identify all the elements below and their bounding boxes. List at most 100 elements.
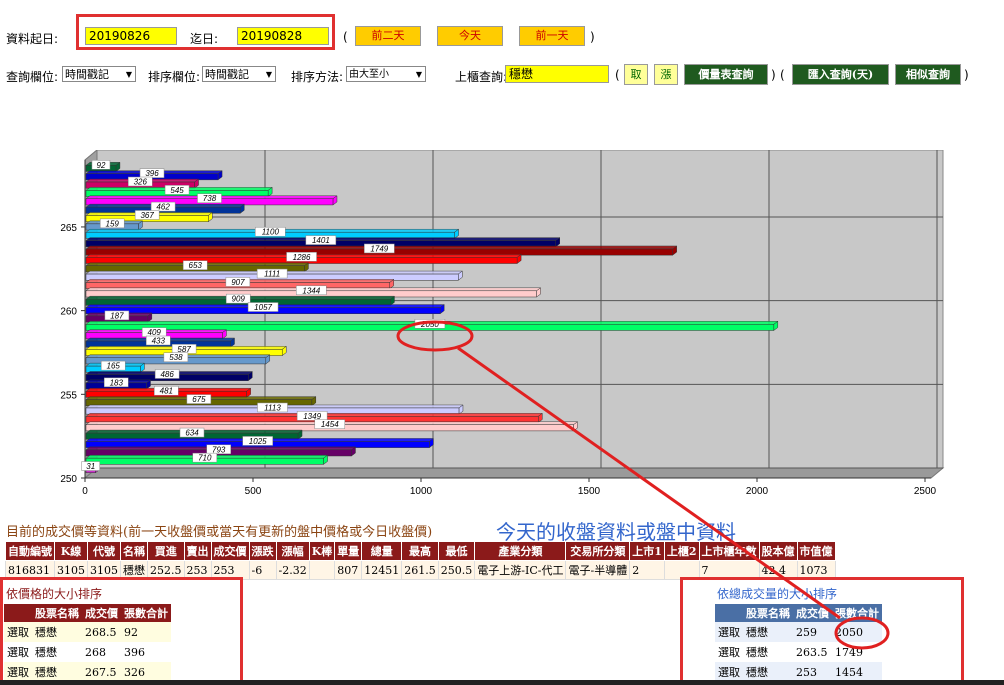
quote-header-2: 代號 bbox=[87, 541, 121, 561]
select-link[interactable]: 選取 bbox=[4, 642, 32, 662]
today-button[interactable]: 今天 bbox=[437, 26, 503, 46]
rise-button[interactable]: 漲 bbox=[654, 64, 678, 85]
x-tick-label: 0 bbox=[82, 486, 88, 497]
price-sort-cell: 穩懋 bbox=[32, 642, 82, 662]
end-date-input[interactable]: 20190828 bbox=[237, 27, 329, 45]
data-label: 1113 bbox=[264, 403, 281, 412]
take-button[interactable]: 取 bbox=[624, 64, 648, 85]
select-link[interactable]: 選取 bbox=[715, 642, 743, 662]
query-field-select[interactable]: 時間戳記 ▼ bbox=[62, 66, 136, 82]
data-label: 92 bbox=[97, 161, 106, 170]
volume-by-price-chart: 0 500 1000 1500 2000 250025025526026592396326… bbox=[60, 150, 945, 497]
data-label: 909 bbox=[232, 295, 246, 304]
data-label: 187 bbox=[110, 311, 124, 320]
volume-sort-cell: 穩懋 bbox=[743, 622, 793, 642]
select-link[interactable]: 選取 bbox=[4, 622, 32, 642]
select-link[interactable]: 選取 bbox=[715, 662, 743, 682]
sort-method-value: 由大至小 bbox=[349, 69, 389, 80]
quote-header-10: 單量 bbox=[334, 541, 363, 561]
volume-sort-cell: 259 bbox=[793, 622, 832, 642]
quote-header-15: 交易所分類 bbox=[565, 541, 631, 561]
table-row: 選取 穩懋 263.5 1749 bbox=[715, 642, 882, 662]
quote-header-16: 上市1 bbox=[629, 541, 665, 561]
quote-header-1: K線 bbox=[54, 541, 88, 561]
price-sort-header-2: 成交價 bbox=[82, 604, 121, 622]
x-tick-label: 1500 bbox=[578, 486, 601, 497]
query-field-value: 時間戳記 bbox=[65, 68, 109, 81]
x-tick-label: 1000 bbox=[410, 486, 433, 497]
volume-sort-cell: 1454 bbox=[832, 662, 882, 682]
quote-header-11: 總量 bbox=[361, 541, 403, 561]
volume-sort-header-2: 成交價 bbox=[793, 604, 832, 622]
data-label: 545 bbox=[170, 186, 184, 195]
sort-method-select[interactable]: 由大至小 ▼ bbox=[346, 66, 426, 82]
data-label: 1100 bbox=[262, 228, 280, 237]
price-sort-cell: 268.5 bbox=[82, 622, 121, 642]
volume-sort-header-0 bbox=[715, 604, 743, 622]
data-label: 538 bbox=[169, 353, 183, 362]
data-label: 367 bbox=[140, 211, 154, 220]
price-sort-cell: 326 bbox=[121, 662, 171, 682]
volume-sort-table: 股票名稱 成交價 張數合計 選取 穩懋 259 2050 選取 穩懋 263.5 1749 選取 穩懋… bbox=[715, 604, 882, 682]
data-label: 1025 bbox=[249, 437, 267, 446]
listing-query-label: 上櫃查詢: bbox=[455, 70, 508, 84]
table-row: 選取 穩懋 267.5 326 bbox=[4, 662, 171, 682]
x-tick-label: 2500 bbox=[914, 486, 937, 497]
sort-method-label: 排序方法: bbox=[291, 70, 344, 84]
price-sort-cell: 268 bbox=[82, 642, 121, 662]
quote-cell: 261.5 bbox=[401, 560, 439, 580]
data-label: 907 bbox=[231, 278, 245, 287]
price-sort-cell: 穩懋 bbox=[32, 622, 82, 642]
table-row: 選取 穩懋 268.5 92 bbox=[4, 622, 171, 642]
table-row: 選取 穩懋 268 396 bbox=[4, 642, 171, 662]
start-date-label: 資料起日: bbox=[6, 32, 59, 46]
query-field-label: 查詢欄位: bbox=[6, 70, 59, 84]
data-label: 653 bbox=[189, 261, 203, 270]
data-label: 2050 bbox=[420, 320, 439, 329]
chevron-down-icon: ▼ bbox=[415, 70, 422, 79]
y-tick-label: 255 bbox=[60, 390, 77, 401]
price-sort-table: 股票名稱 成交價 張數合計 選取 穩懋 268.5 92 選取 穩懋 268 396 選取 穩懋 267… bbox=[4, 604, 171, 682]
quote-header-12: 最高 bbox=[401, 541, 439, 561]
start-date-input[interactable]: 20190826 bbox=[85, 27, 177, 45]
data-label: 1344 bbox=[302, 286, 320, 295]
paren-open: ( bbox=[780, 68, 785, 82]
price-sort-cell: 267.5 bbox=[82, 662, 121, 682]
import-query-button[interactable]: 匯入查詢(天) bbox=[792, 64, 889, 85]
quote-header-5: 賣出 bbox=[183, 541, 212, 561]
price-volume-query-button[interactable]: 價量表查詢 bbox=[684, 64, 768, 85]
similar-query-button[interactable]: 相似查詢 bbox=[895, 64, 961, 85]
data-label: 634 bbox=[185, 429, 199, 438]
listing-query-input[interactable]: 穩懋 bbox=[505, 65, 609, 83]
quote-header-20: 市值億 bbox=[796, 541, 836, 561]
price-sort-header-3: 張數合計 bbox=[121, 604, 171, 622]
data-label: 1057 bbox=[254, 303, 272, 312]
quote-header-14: 產業分類 bbox=[474, 541, 567, 561]
price-sort-cell: 92 bbox=[121, 622, 171, 642]
quote-section-title: 目前的成交價等資料(前一天收盤價或當天有更新的盤中價格或今日收盤價) bbox=[6, 525, 433, 540]
quote-cell: 電子-半導體 bbox=[565, 560, 631, 580]
paren-close: ) bbox=[771, 68, 776, 82]
sort-field-value: 時間戳記 bbox=[205, 68, 249, 81]
quote-header-19: 股本億 bbox=[758, 541, 798, 561]
quote-cell bbox=[308, 560, 336, 580]
quote-cell: -6 bbox=[248, 560, 277, 580]
quote-table: 自動編號 K線 代號 名稱 買進 賣出 成交價 漲跌 漲幅 K棒 單量 總量 最高 最低 產業分類 交易所分類… bbox=[5, 541, 836, 580]
data-label: 159 bbox=[106, 219, 120, 228]
select-link[interactable]: 選取 bbox=[715, 622, 743, 642]
quote-header-17: 上櫃2 bbox=[663, 541, 700, 561]
data-label: 675 bbox=[192, 395, 206, 404]
x-tick-label: 500 bbox=[245, 486, 262, 497]
two-days-ago-button[interactable]: 前二天 bbox=[355, 26, 421, 46]
data-label: 1286 bbox=[293, 253, 311, 262]
select-link[interactable]: 選取 bbox=[4, 662, 32, 682]
quote-cell: 電子上游-IC-代工 bbox=[474, 560, 567, 580]
chart-floor bbox=[83, 467, 945, 479]
data-label: 710 bbox=[198, 454, 212, 463]
previous-day-button[interactable]: 前一天 bbox=[519, 26, 585, 46]
volume-sort-title: 依總成交量的大小排序 bbox=[717, 587, 838, 601]
sort-field-select[interactable]: 時間戳記 ▼ bbox=[202, 66, 276, 82]
paren-open: ( bbox=[615, 68, 620, 82]
end-date-label: 迄日: bbox=[190, 32, 219, 46]
volume-sort-cell: 263.5 bbox=[793, 642, 832, 662]
